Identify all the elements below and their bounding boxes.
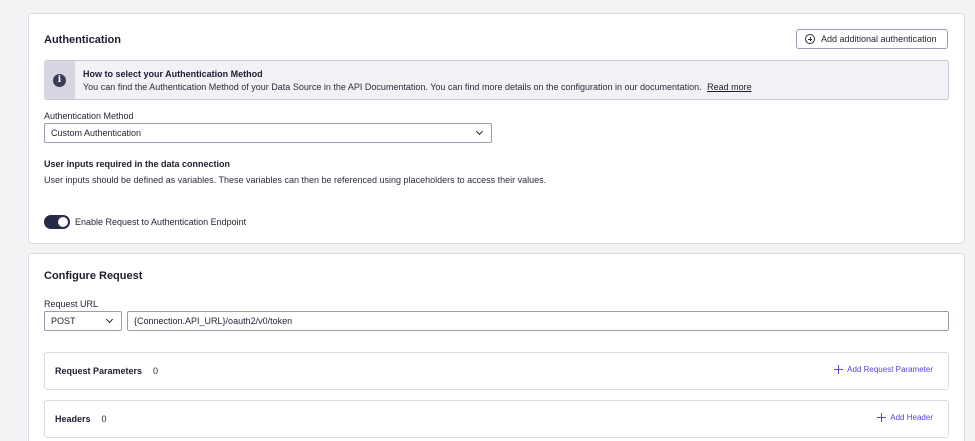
- configure-request-card: Configure Request Request URL POST {Conn…: [28, 253, 965, 441]
- authentication-title: Authentication: [44, 34, 121, 46]
- http-method-select[interactable]: POST: [44, 311, 122, 331]
- enable-auth-request-toggle[interactable]: [44, 215, 70, 229]
- user-inputs-title: User inputs required in the data connect…: [44, 159, 231, 169]
- authentication-method-select[interactable]: Custom Authentication: [44, 123, 492, 143]
- info-title: How to select your Authentication Method: [83, 69, 263, 79]
- enable-auth-request-label: Enable Request to Authentication Endpoin…: [75, 217, 247, 227]
- add-request-parameter-button[interactable]: Add Request Parameter: [834, 365, 933, 374]
- plus-icon: [834, 365, 844, 374]
- chevron-down-icon: [105, 315, 114, 324]
- add-additional-authentication-label: Add additional authentication: [821, 34, 937, 44]
- http-method-value: POST: [51, 316, 76, 326]
- plus-circle-icon: [805, 34, 815, 44]
- request-parameters-panel: Request Parameters 0 Add Request Paramet…: [44, 352, 949, 390]
- read-more-link[interactable]: Read more: [707, 82, 752, 92]
- info-text: How to select your Authentication Method…: [75, 61, 752, 99]
- request-parameters-count: 0: [153, 366, 159, 376]
- request-parameters-title: Request Parameters: [55, 366, 143, 376]
- authentication-card: Authentication Add additional authentica…: [28, 13, 965, 244]
- user-inputs-description: User inputs should be defined as variabl…: [44, 175, 547, 185]
- headers-panel: Headers 0 Add Header: [44, 400, 949, 438]
- authentication-method-label: Authentication Method: [44, 111, 134, 121]
- request-url-value: {Connection.API_URL}/oauth2/v0/token: [134, 316, 293, 326]
- info-strip: i: [44, 61, 75, 99]
- toggle-knob: [58, 217, 68, 227]
- request-url-input[interactable]: {Connection.API_URL}/oauth2/v0/token: [127, 311, 949, 331]
- headers-count: 0: [101, 414, 107, 424]
- plus-icon: [877, 413, 887, 422]
- info-body: You can find the Authentication Method o…: [83, 82, 752, 92]
- configure-request-title: Configure Request: [44, 270, 143, 282]
- request-url-label: Request URL: [44, 299, 99, 309]
- headers-title: Headers: [55, 414, 91, 424]
- chevron-down-icon: [475, 127, 484, 136]
- info-icon: i: [53, 73, 66, 87]
- auth-method-info-box: i How to select your Authentication Meth…: [44, 60, 949, 100]
- add-header-label: Add Header: [890, 413, 933, 422]
- add-header-button[interactable]: Add Header: [877, 413, 933, 422]
- authentication-method-value: Custom Authentication: [51, 128, 142, 138]
- add-additional-authentication-button[interactable]: Add additional authentication: [796, 29, 948, 49]
- add-request-parameter-label: Add Request Parameter: [847, 365, 933, 374]
- info-body-text: You can find the Authentication Method o…: [83, 82, 702, 92]
